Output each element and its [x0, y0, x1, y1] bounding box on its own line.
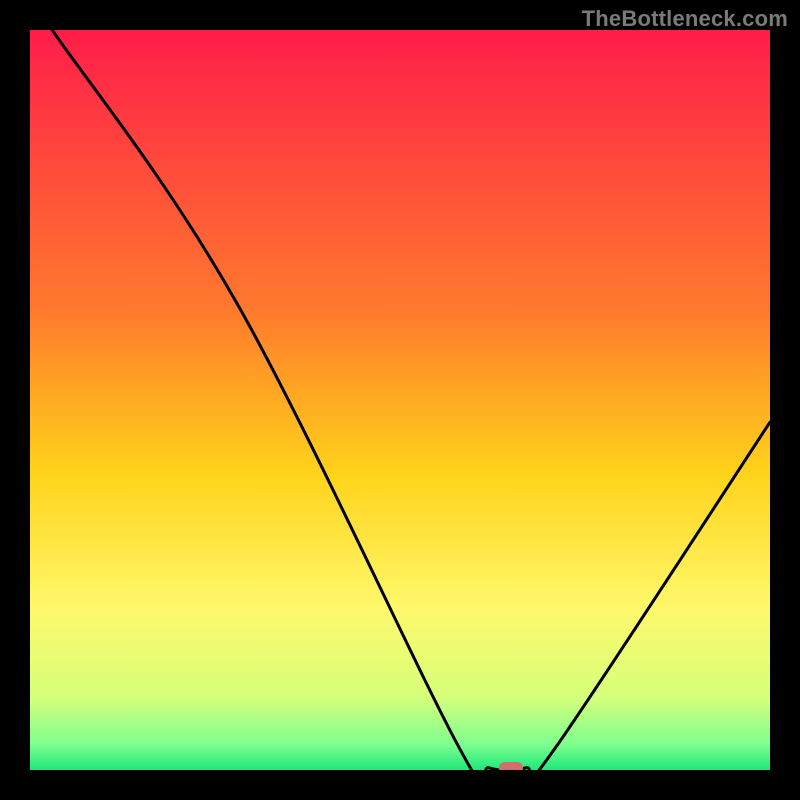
- plot-area: [30, 30, 770, 770]
- optimal-marker: [499, 762, 523, 770]
- attribution-text: TheBottleneck.com: [582, 6, 788, 32]
- chart-wrapper: TheBottleneck.com: [0, 0, 800, 800]
- chart-svg: [30, 30, 770, 770]
- gradient-background: [30, 30, 770, 770]
